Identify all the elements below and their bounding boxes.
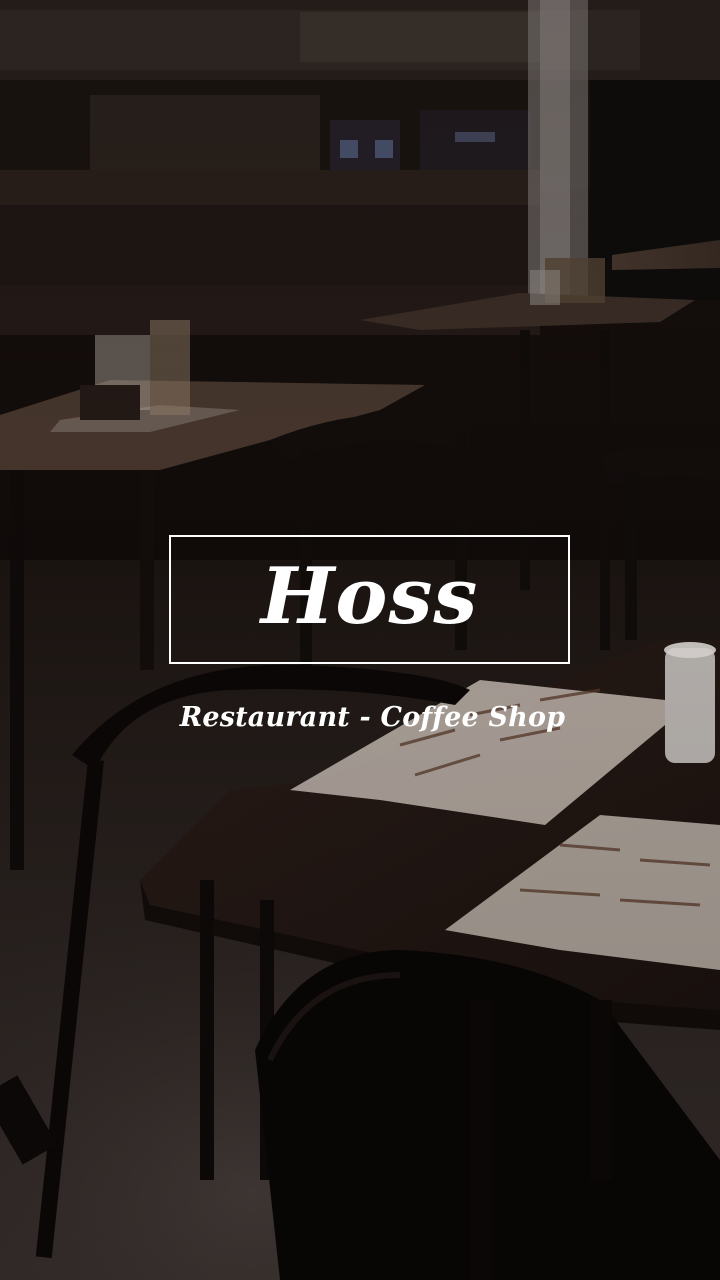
brand-tagline: Restaurant - Coffee Shop xyxy=(179,702,566,733)
splash-screen: Hoss Restaurant - Coffee Shop xyxy=(0,0,720,1280)
brand-name: Hoss xyxy=(260,550,479,642)
brand-logo-frame: Hoss xyxy=(169,535,570,664)
